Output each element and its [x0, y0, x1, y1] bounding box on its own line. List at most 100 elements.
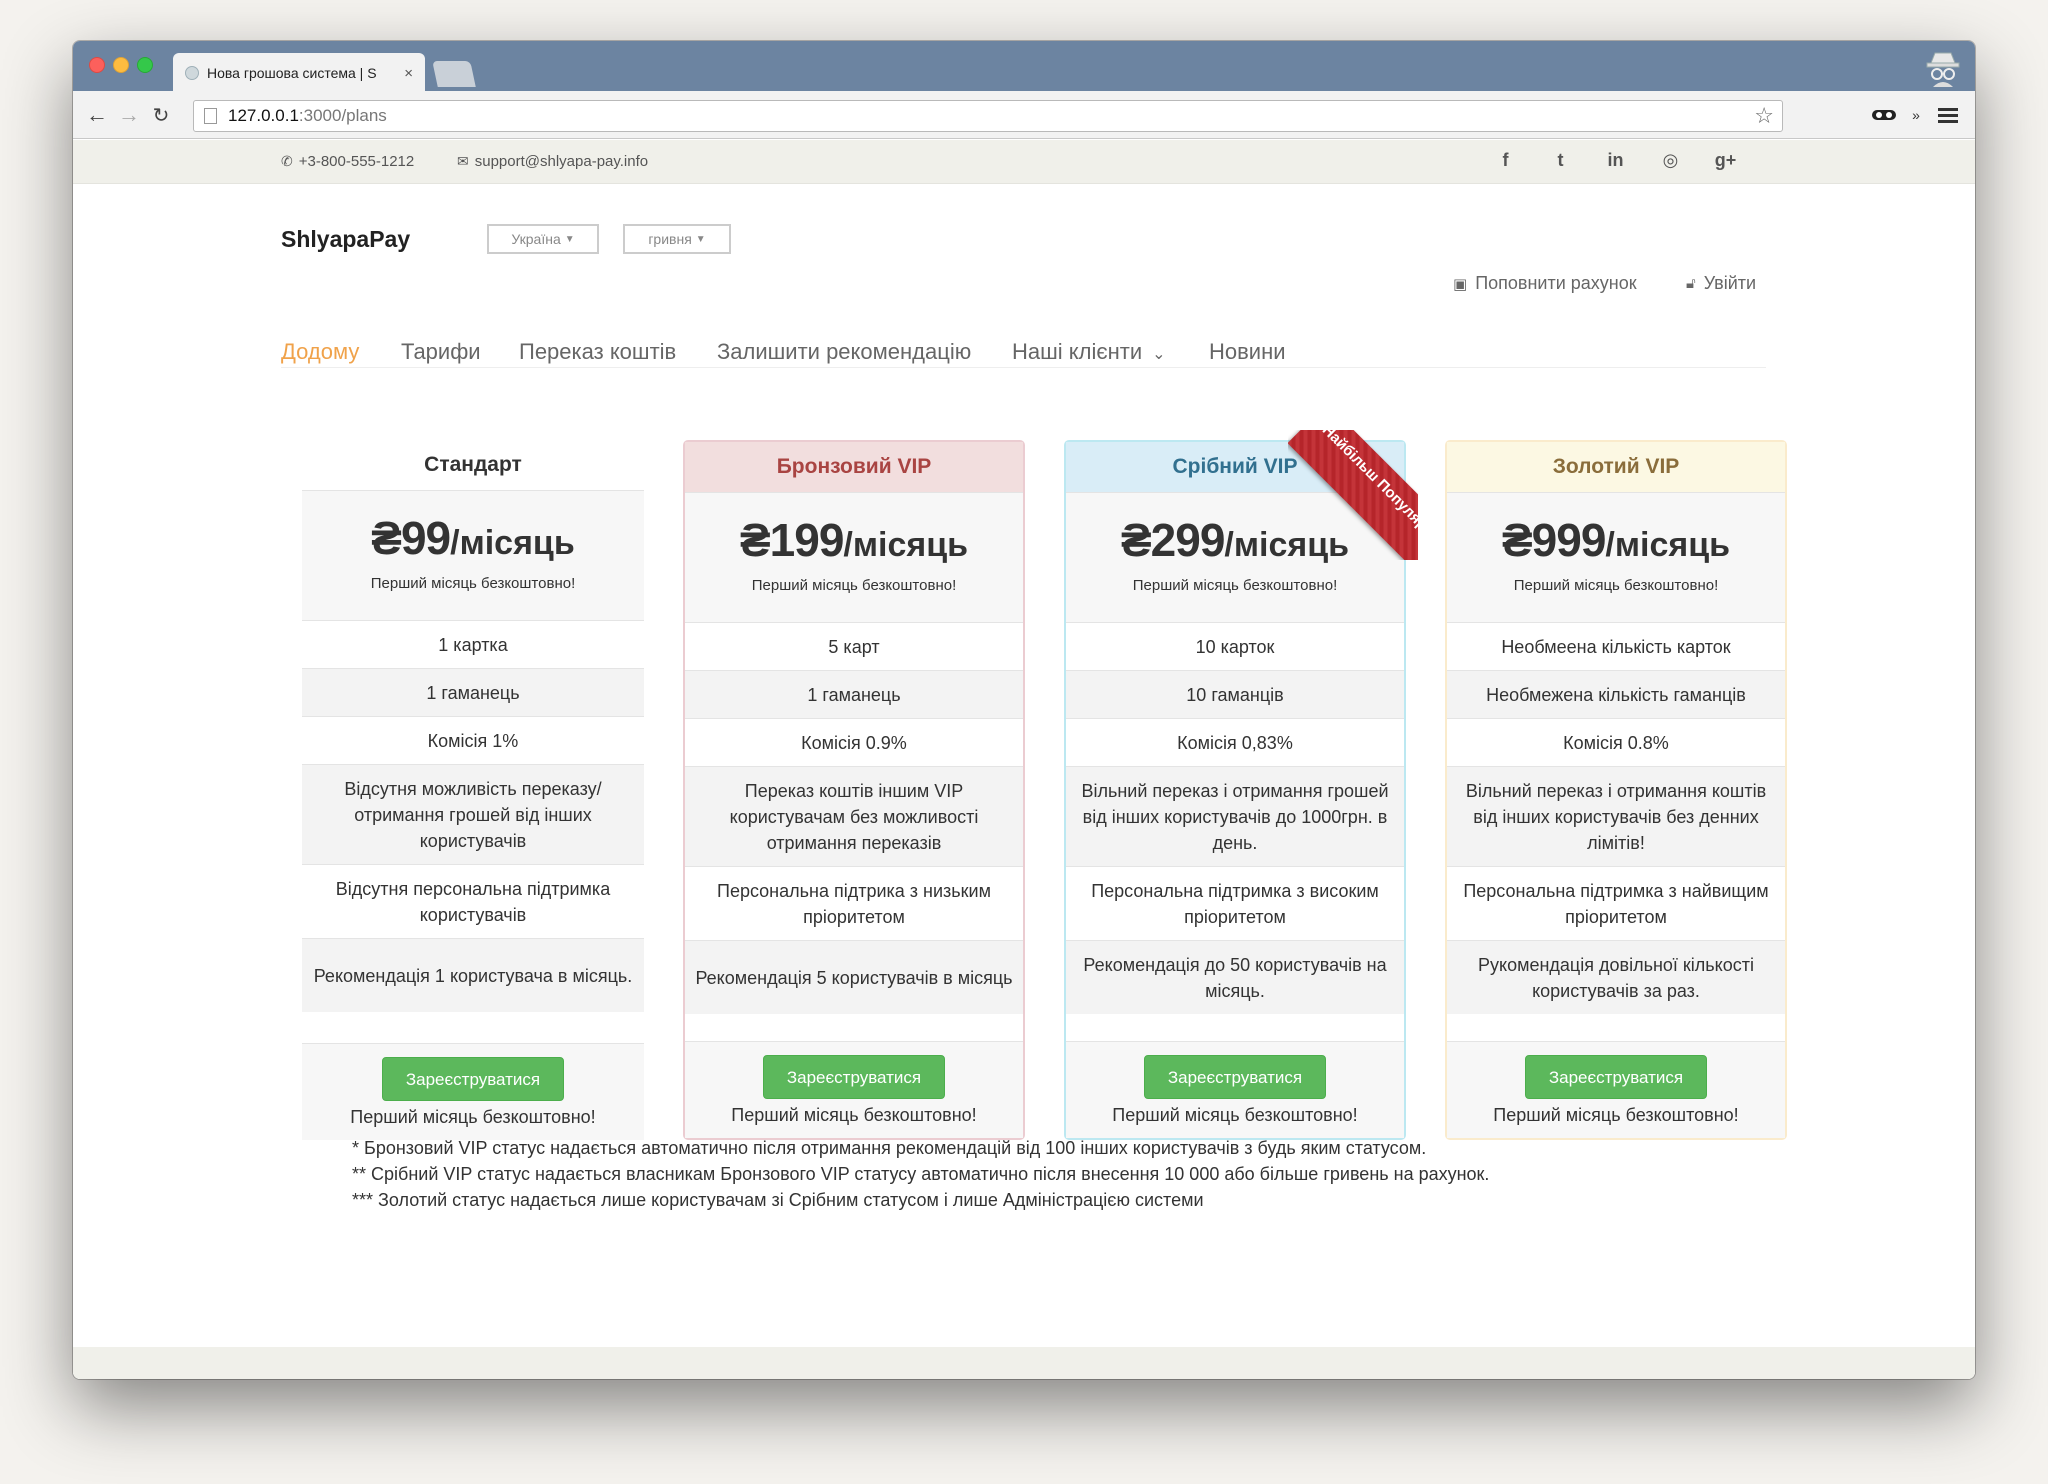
plan-price: ₴99 — [371, 512, 451, 564]
plan-footer: Зареєструватися Перший місяць безкоштовн… — [1066, 1041, 1404, 1138]
plan-feature: Персональна підтрика з низьким пріоритет… — [685, 866, 1023, 940]
nav-recommend[interactable]: Залишити рекомендацію — [717, 339, 971, 365]
caret-down-icon: ▼ — [564, 233, 575, 245]
plan-card-silver: Срібний VIP ₴299/місяць Перший місяць бе… — [1064, 430, 1418, 1140]
address-bar[interactable]: 127.0.0.1:3000/plans ☆ — [193, 100, 1783, 132]
plan-price-block: ₴999/місяць Перший місяць безкоштовно! — [1447, 492, 1785, 622]
footnote: *** Золотий статус надається лише корист… — [352, 1190, 1204, 1210]
browser-toolbar: ← → ↻ 127.0.0.1:3000/plans ☆ » — [73, 91, 1975, 139]
plan-footer: Зареєструватися Перший місяць безкоштовн… — [302, 1043, 644, 1140]
plan-price-block: ₴99/місяць Перший місяць безкоштовно! — [302, 490, 644, 620]
browser-window: Нова грошова система | S × ← → ↻ 127.0.0… — [73, 41, 1975, 1379]
forward-arrow-icon[interactable]: → — [115, 101, 143, 129]
extension-mask-icon[interactable] — [1869, 101, 1899, 129]
pricing-table: Стандарт ₴99/місяць Перший місяць безкош… — [73, 430, 1975, 1140]
plan-feature: Рекомендація до 50 користувачів на місяц… — [1066, 940, 1404, 1014]
signup-button[interactable]: Зареєструватися — [763, 1055, 945, 1099]
plan-price: ₴199 — [739, 514, 844, 566]
nav-news[interactable]: Новини — [1209, 339, 1286, 365]
popular-ribbon-label: Найбільш Популярний — [1288, 430, 1418, 560]
plan-feature: Вільний переказ і отримання грошей від і… — [1066, 766, 1404, 866]
facebook-icon[interactable]: f — [1478, 150, 1533, 171]
plan-feature: Комісія 1% — [302, 716, 644, 764]
favicon-icon — [185, 66, 199, 80]
nav-home[interactable]: Додому — [281, 339, 359, 365]
plan-feature: Вільний переказ і отримання коштів від і… — [1447, 766, 1785, 866]
topup-link[interactable]: ▣ Поповнити рахунок — [1453, 273, 1637, 294]
plan-feature: Відсутня можливість переказу/ отримання … — [302, 764, 644, 864]
plan-feature: Необмеена кількість карток — [1447, 622, 1785, 670]
chevron-down-icon: ⌄ — [1152, 346, 1166, 363]
signup-button[interactable]: Зареєструватися — [1144, 1055, 1326, 1099]
plan-footnotes: * Бронзовий VIP статус надається автомат… — [352, 1135, 1489, 1213]
signup-button[interactable]: Зареєструватися — [382, 1057, 564, 1101]
login-link[interactable]: 🔓︎ Увійти — [1686, 273, 1756, 294]
plan-title: Бронзовий VIP — [685, 442, 1023, 492]
nav-plans[interactable]: Тарифи — [401, 339, 481, 365]
plan-price: ₴299 — [1120, 514, 1225, 566]
twitter-icon[interactable]: t — [1533, 150, 1588, 171]
back-arrow-icon[interactable]: ← — [83, 101, 111, 129]
page-icon — [204, 108, 217, 124]
money-icon: ▣ — [1453, 275, 1468, 293]
plan-price-note: Перший місяць безкоштовно! — [370, 575, 576, 592]
plan-feature: Комісія 0.9% — [685, 718, 1023, 766]
maximize-window-button[interactable] — [137, 57, 153, 73]
site-logo[interactable]: ShlyapaPay — [281, 226, 410, 253]
bookmark-star-icon[interactable]: ☆ — [1754, 103, 1774, 129]
dribbble-icon[interactable]: ◎ — [1643, 150, 1698, 171]
email-text: support@shlyapa-pay.info — [474, 153, 649, 170]
site-header: ShlyapaPay Україна ▼ гривня ▼ ▣ Поповнит… — [73, 184, 1975, 368]
plan-footer-note: Перший місяць безкоштовно! — [731, 1105, 977, 1125]
plan-feature: Рукомендація довільної кількості користу… — [1447, 940, 1785, 1014]
social-links: f t in ◎ g+ — [1478, 150, 1753, 171]
plan-card-standard: Стандарт ₴99/місяць Перший місяць безкош… — [302, 440, 644, 1140]
plan-title: Золотий VIP — [1447, 442, 1785, 492]
footnote: ** Срібний VIP статус надається власника… — [352, 1164, 1490, 1184]
phone-contact: ✆ +3-800-555-1212 — [281, 153, 414, 170]
country-dropdown-label: Україна — [511, 231, 561, 247]
country-dropdown[interactable]: Україна ▼ — [487, 224, 599, 254]
plan-features: 1 картка 1 гаманець Комісія 1% Відсутня … — [302, 620, 644, 1012]
plan-feature: 5 карт — [685, 622, 1023, 670]
topup-label: Поповнити рахунок — [1475, 273, 1637, 293]
linkedin-icon[interactable]: in — [1588, 150, 1643, 171]
plan-feature: 10 гаманців — [1066, 670, 1404, 718]
plan-feature: Рекомендація 1 користувача в місяць. — [302, 938, 644, 1012]
plan-feature: Переказ коштів іншим VIP користувачам бе… — [685, 766, 1023, 866]
plan-feature: Персональна підтримка з високим пріорите… — [1066, 866, 1404, 940]
nav-transfer[interactable]: Переказ коштів — [519, 339, 676, 365]
nav-clients[interactable]: Наші клієнти ⌄ — [1012, 339, 1166, 365]
email-contact[interactable]: ✉ support@shlyapa-pay.info — [457, 153, 648, 170]
minimize-window-button[interactable] — [113, 57, 129, 73]
new-tab-button[interactable] — [432, 61, 476, 87]
phone-icon: ✆ — [281, 153, 293, 169]
incognito-icon — [1926, 52, 1960, 87]
tab-title: Нова грошова система | S — [207, 65, 377, 81]
plan-footer-note: Перший місяць безкоштовно! — [350, 1107, 596, 1127]
close-window-button[interactable] — [89, 57, 105, 73]
currency-dropdown[interactable]: гривня ▼ — [623, 224, 731, 254]
title-bar: Нова грошова система | S × — [73, 41, 1975, 93]
plan-period: /місяць — [450, 524, 575, 562]
contact-bar: ✆ +3-800-555-1212 ✉ support@shlyapa-pay.… — [73, 140, 1975, 184]
browser-menu-icon[interactable] — [1935, 101, 1961, 129]
browser-tab[interactable]: Нова грошова система | S × — [173, 53, 425, 93]
phone-text: +3-800-555-1212 — [298, 153, 415, 170]
more-extensions-icon[interactable]: » — [1908, 101, 1924, 129]
plan-feature: Відсутня персональна підтримка користува… — [302, 864, 644, 938]
plan-features: Необмеена кількість карток Необмежена кі… — [1447, 622, 1785, 1014]
main-navigation: Додому Тарифи Переказ коштів Залишити ре… — [73, 314, 1975, 394]
plan-feature: Рекомендація 5 користувачів в місяць — [685, 940, 1023, 1014]
plan-feature: Необмежена кількість гаманців — [1447, 670, 1785, 718]
reload-icon[interactable]: ↻ — [147, 101, 175, 129]
unlock-icon: 🔓︎ — [1686, 275, 1696, 292]
plan-feature: Персональна підтримка з найвищим пріорит… — [1447, 866, 1785, 940]
tab-close-icon[interactable]: × — [404, 65, 413, 82]
google-plus-icon[interactable]: g+ — [1698, 150, 1753, 171]
plan-title: Стандарт — [424, 453, 522, 476]
popular-ribbon: Найбільш Популярний — [1288, 430, 1418, 560]
url-path: :3000/plans — [298, 106, 387, 125]
signup-button[interactable]: Зареєструватися — [1525, 1055, 1707, 1099]
site-footer — [73, 1347, 1975, 1379]
